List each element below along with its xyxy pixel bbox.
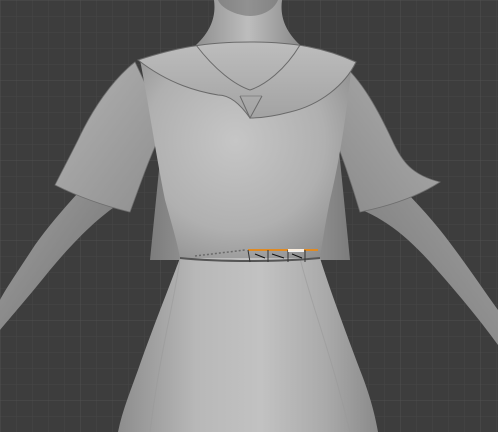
3d-viewport[interactable] <box>0 0 498 432</box>
viewport-scene[interactable] <box>0 0 498 432</box>
